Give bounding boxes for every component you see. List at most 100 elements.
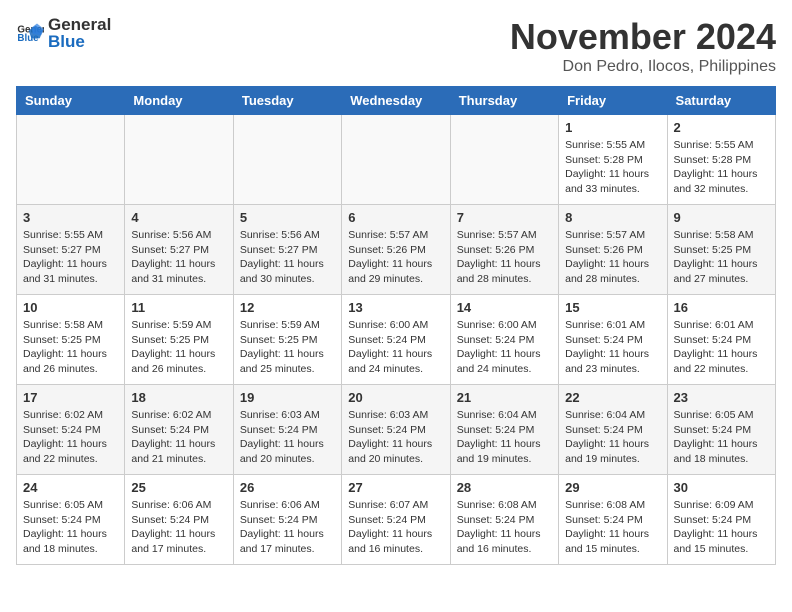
day-number: 30: [674, 480, 769, 495]
calendar-cell: 11 Sunrise: 5:59 AM Sunset: 5:25 PM Dayli…: [125, 295, 233, 385]
calendar-cell: 27 Sunrise: 6:07 AM Sunset: 5:24 PM Dayli…: [342, 475, 450, 565]
day-info: Sunrise: 5:59 AM Sunset: 5:25 PM Dayligh…: [131, 318, 226, 377]
calendar-cell: 20Sunrise: 6:03 AM Sunset: 5:24 PM Dayli…: [342, 385, 450, 475]
calendar-table: SundayMondayTuesdayWednesdayThursdayFrid…: [16, 86, 776, 565]
location-subtitle: Don Pedro, Ilocos, Philippines: [510, 58, 776, 76]
day-info: Sunrise: 5:58 AM Sunset: 5:25 PM Dayligh…: [23, 318, 118, 377]
title-area: November 2024 Don Pedro, Ilocos, Philipp…: [510, 16, 776, 76]
day-number: 19: [240, 390, 335, 405]
month-title: November 2024: [510, 16, 776, 58]
calendar-cell: 14 Sunrise: 6:00 AM Sunset: 5:24 PM Dayli…: [450, 295, 558, 385]
day-info: Sunrise: 5:57 AM Sunset: 5:26 PM Dayligh…: [565, 228, 660, 287]
calendar-cell: [233, 115, 341, 205]
day-number: 13: [348, 300, 443, 315]
day-number: 22: [565, 390, 660, 405]
day-info: Sunrise: 5:56 AM Sunset: 5:27 PM Dayligh…: [131, 228, 226, 287]
day-number: 17: [23, 390, 118, 405]
day-number: 26: [240, 480, 335, 495]
calendar-cell: 17 Sunrise: 6:02 AM Sunset: 5:24 PM Dayli…: [17, 385, 125, 475]
calendar-cell: 18 Sunrise: 6:02 AM Sunset: 5:24 PM Dayli…: [125, 385, 233, 475]
logo-blue-text: Blue: [48, 33, 111, 52]
weekday-header-sunday: Sunday: [17, 87, 125, 115]
day-info: Sunrise: 6:01 AM Sunset: 5:24 PM Dayligh…: [674, 318, 769, 377]
day-info: Sunrise: 6:06 AM Sunset: 5:24 PM Dayligh…: [240, 498, 335, 557]
weekday-header-wednesday: Wednesday: [342, 87, 450, 115]
day-number: 16: [674, 300, 769, 315]
day-info: Sunrise: 5:55 AM Sunset: 5:27 PM Dayligh…: [23, 228, 118, 287]
day-number: 21: [457, 390, 552, 405]
calendar-cell: 21 Sunrise: 6:04 AM Sunset: 5:24 PM Dayli…: [450, 385, 558, 475]
header: General Blue General Blue November 2024 …: [16, 16, 776, 76]
calendar-cell: 1 Sunrise: 5:55 AM Sunset: 5:28 PM Daylig…: [559, 115, 667, 205]
day-number: 3: [23, 210, 118, 225]
calendar-cell: 10 Sunrise: 5:58 AM Sunset: 5:25 PM Dayli…: [17, 295, 125, 385]
calendar-cell: 30 Sunrise: 6:09 AM Sunset: 5:24 PM Dayli…: [667, 475, 775, 565]
day-number: 23: [674, 390, 769, 405]
calendar-cell: 16 Sunrise: 6:01 AM Sunset: 5:24 PM Dayli…: [667, 295, 775, 385]
day-info: Sunrise: 6:06 AM Sunset: 5:24 PM Dayligh…: [131, 498, 226, 557]
day-info: Sunrise: 6:02 AM Sunset: 5:24 PM Dayligh…: [131, 408, 226, 467]
calendar-cell: 12 Sunrise: 5:59 AM Sunset: 5:25 PM Dayli…: [233, 295, 341, 385]
weekday-header-saturday: Saturday: [667, 87, 775, 115]
day-info: Sunrise: 6:05 AM Sunset: 5:24 PM Dayligh…: [23, 498, 118, 557]
day-info: Sunrise: 5:55 AM Sunset: 5:28 PM Dayligh…: [565, 138, 660, 197]
day-number: 1: [565, 120, 660, 135]
day-info: Sunrise: 6:04 AM Sunset: 5:24 PM Dayligh…: [457, 408, 552, 467]
calendar-cell: 25 Sunrise: 6:06 AM Sunset: 5:24 PM Dayli…: [125, 475, 233, 565]
weekday-header-thursday: Thursday: [450, 87, 558, 115]
day-info: Sunrise: 6:09 AM Sunset: 5:24 PM Dayligh…: [674, 498, 769, 557]
day-number: 18: [131, 390, 226, 405]
day-info: Sunrise: 6:08 AM Sunset: 5:24 PM Dayligh…: [457, 498, 552, 557]
calendar-cell: 29 Sunrise: 6:08 AM Sunset: 5:24 PM Dayli…: [559, 475, 667, 565]
day-info: Sunrise: 6:07 AM Sunset: 5:24 PM Dayligh…: [348, 498, 443, 557]
day-info: Sunrise: 6:02 AM Sunset: 5:24 PM Dayligh…: [23, 408, 118, 467]
calendar-cell: 28 Sunrise: 6:08 AM Sunset: 5:24 PM Dayli…: [450, 475, 558, 565]
calendar-cell: 3 Sunrise: 5:55 AM Sunset: 5:27 PM Daylig…: [17, 205, 125, 295]
day-info: Sunrise: 5:56 AM Sunset: 5:27 PM Dayligh…: [240, 228, 335, 287]
day-number: 27: [348, 480, 443, 495]
calendar-cell: [125, 115, 233, 205]
weekday-header-friday: Friday: [559, 87, 667, 115]
calendar-cell: 4 Sunrise: 5:56 AM Sunset: 5:27 PM Daylig…: [125, 205, 233, 295]
day-info: Sunrise: 6:00 AM Sunset: 5:24 PM Dayligh…: [348, 318, 443, 377]
calendar-cell: [342, 115, 450, 205]
calendar-cell: 7Sunrise: 5:57 AM Sunset: 5:26 PM Daylig…: [450, 205, 558, 295]
calendar-cell: 13 Sunrise: 6:00 AM Sunset: 5:24 PM Dayli…: [342, 295, 450, 385]
day-number: 4: [131, 210, 226, 225]
weekday-header-monday: Monday: [125, 87, 233, 115]
day-number: 5: [240, 210, 335, 225]
calendar-cell: 19Sunrise: 6:03 AM Sunset: 5:24 PM Dayli…: [233, 385, 341, 475]
day-number: 15: [565, 300, 660, 315]
calendar-cell: [450, 115, 558, 205]
day-number: 10: [23, 300, 118, 315]
logo: General Blue General Blue: [16, 16, 111, 51]
calendar-cell: 9 Sunrise: 5:58 AM Sunset: 5:25 PM Daylig…: [667, 205, 775, 295]
calendar-cell: 24 Sunrise: 6:05 AM Sunset: 5:24 PM Dayli…: [17, 475, 125, 565]
day-number: 14: [457, 300, 552, 315]
day-number: 6: [348, 210, 443, 225]
calendar-cell: 26 Sunrise: 6:06 AM Sunset: 5:24 PM Dayli…: [233, 475, 341, 565]
day-number: 24: [23, 480, 118, 495]
calendar-cell: 5 Sunrise: 5:56 AM Sunset: 5:27 PM Daylig…: [233, 205, 341, 295]
day-info: Sunrise: 6:05 AM Sunset: 5:24 PM Dayligh…: [674, 408, 769, 467]
day-number: 29: [565, 480, 660, 495]
day-number: 20: [348, 390, 443, 405]
logo-icon: General Blue: [16, 20, 44, 48]
day-info: Sunrise: 5:58 AM Sunset: 5:25 PM Dayligh…: [674, 228, 769, 287]
day-number: 28: [457, 480, 552, 495]
day-info: Sunrise: 5:59 AM Sunset: 5:25 PM Dayligh…: [240, 318, 335, 377]
calendar-cell: 2Sunrise: 5:55 AM Sunset: 5:28 PM Daylig…: [667, 115, 775, 205]
day-number: 9: [674, 210, 769, 225]
weekday-header-tuesday: Tuesday: [233, 87, 341, 115]
day-number: 11: [131, 300, 226, 315]
day-info: Sunrise: 6:01 AM Sunset: 5:24 PM Dayligh…: [565, 318, 660, 377]
day-info: Sunrise: 6:00 AM Sunset: 5:24 PM Dayligh…: [457, 318, 552, 377]
day-number: 12: [240, 300, 335, 315]
day-number: 2: [674, 120, 769, 135]
day-info: Sunrise: 6:08 AM Sunset: 5:24 PM Dayligh…: [565, 498, 660, 557]
calendar-cell: 6 Sunrise: 5:57 AM Sunset: 5:26 PM Daylig…: [342, 205, 450, 295]
day-number: 25: [131, 480, 226, 495]
day-info: Sunrise: 5:57 AM Sunset: 5:26 PM Dayligh…: [457, 228, 552, 287]
calendar-cell: 23 Sunrise: 6:05 AM Sunset: 5:24 PM Dayli…: [667, 385, 775, 475]
day-info: Sunrise: 5:57 AM Sunset: 5:26 PM Dayligh…: [348, 228, 443, 287]
